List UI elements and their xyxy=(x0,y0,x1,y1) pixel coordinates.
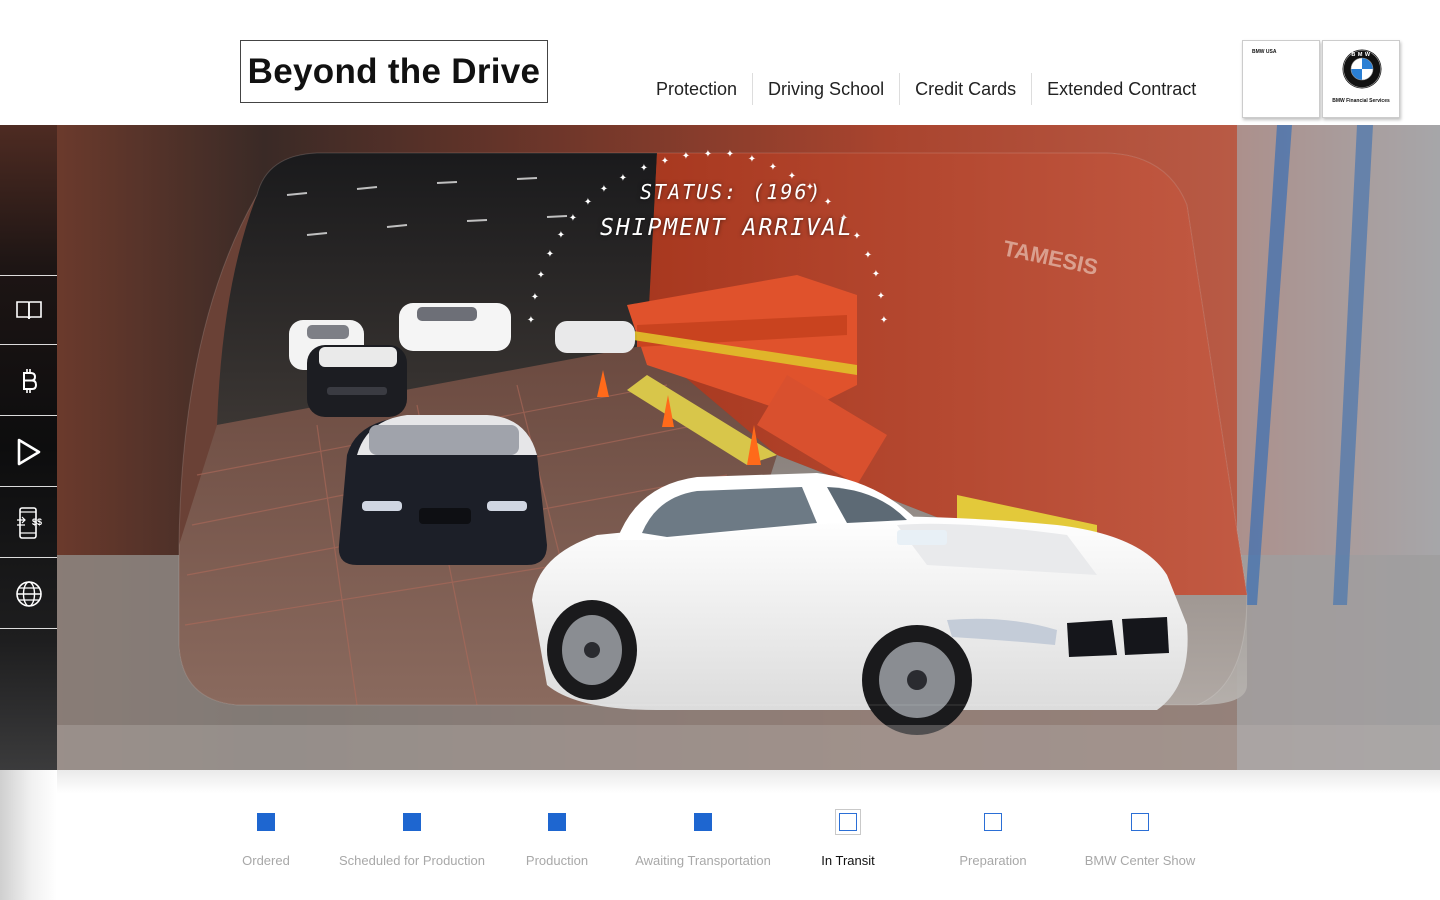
bitcoin-icon xyxy=(22,368,37,393)
book-icon xyxy=(15,301,42,320)
mobile-payment-icon: $$ xyxy=(16,506,42,539)
status-title: SHIPMENT ARRIVAL xyxy=(600,215,854,241)
play-icon xyxy=(17,438,40,465)
bmw-financial-label: BMW Financial Services xyxy=(1332,98,1390,104)
step-marker-done xyxy=(403,813,421,831)
step-marker-done xyxy=(694,813,712,831)
step-bmw-center-show[interactable]: BMW Center Show xyxy=(1050,770,1230,900)
top-nav: Protection Driving School Credit Cards E… xyxy=(641,73,1211,105)
mobile-payment-dollars: $$ xyxy=(32,517,42,527)
step-marker-pending xyxy=(1131,813,1149,831)
bmw-usa-label: BMW USA xyxy=(1252,49,1277,55)
rail-book-button[interactable] xyxy=(0,275,57,345)
step-label: BMW Center Show xyxy=(1084,853,1196,868)
left-rail-icon-panel: $$ xyxy=(0,125,57,770)
rail-globe-button[interactable] xyxy=(0,559,57,629)
globe-icon xyxy=(15,580,42,607)
rail-bitcoin-button[interactable] xyxy=(0,346,57,416)
bmw-roundel-icon: BMW xyxy=(1342,49,1382,89)
hero-shipment-image: TAMESIS ✦ ✦ ✦ ✦ ✦ ✦ ✦ ✦ ✦ ✦ ✦ ✦ ✦ ✦ ✦ ✦ … xyxy=(57,125,1440,770)
brand-title[interactable]: Beyond the Drive xyxy=(240,40,548,103)
rail-play-button[interactable] xyxy=(0,417,57,487)
step-marker-current xyxy=(839,813,857,831)
nav-item-protection[interactable]: Protection xyxy=(641,73,752,105)
left-rail: $$ xyxy=(0,0,57,900)
order-progress-tracker: Ordered Scheduled for Production Product… xyxy=(57,770,1440,900)
nav-item-credit-cards[interactable]: Credit Cards xyxy=(899,73,1031,105)
nav-item-extended-contract[interactable]: Extended Contract xyxy=(1031,73,1211,105)
bmw-usa-logo[interactable]: BMW USA xyxy=(1242,40,1320,118)
bmw-financial-services-logo[interactable]: BMW BMW Financial Services xyxy=(1322,40,1400,118)
step-marker-pending xyxy=(984,813,1002,831)
step-marker-done xyxy=(257,813,275,831)
rail-mobile-payment-button[interactable]: $$ xyxy=(0,488,57,558)
status-code: STATUS: (196) xyxy=(640,180,823,204)
bmw-roundel-letters: BMW xyxy=(1351,52,1372,58)
site-header: Beyond the Drive Protection Driving Scho… xyxy=(0,0,1440,125)
nav-item-driving-school[interactable]: Driving School xyxy=(752,73,899,105)
step-marker-done xyxy=(548,813,566,831)
